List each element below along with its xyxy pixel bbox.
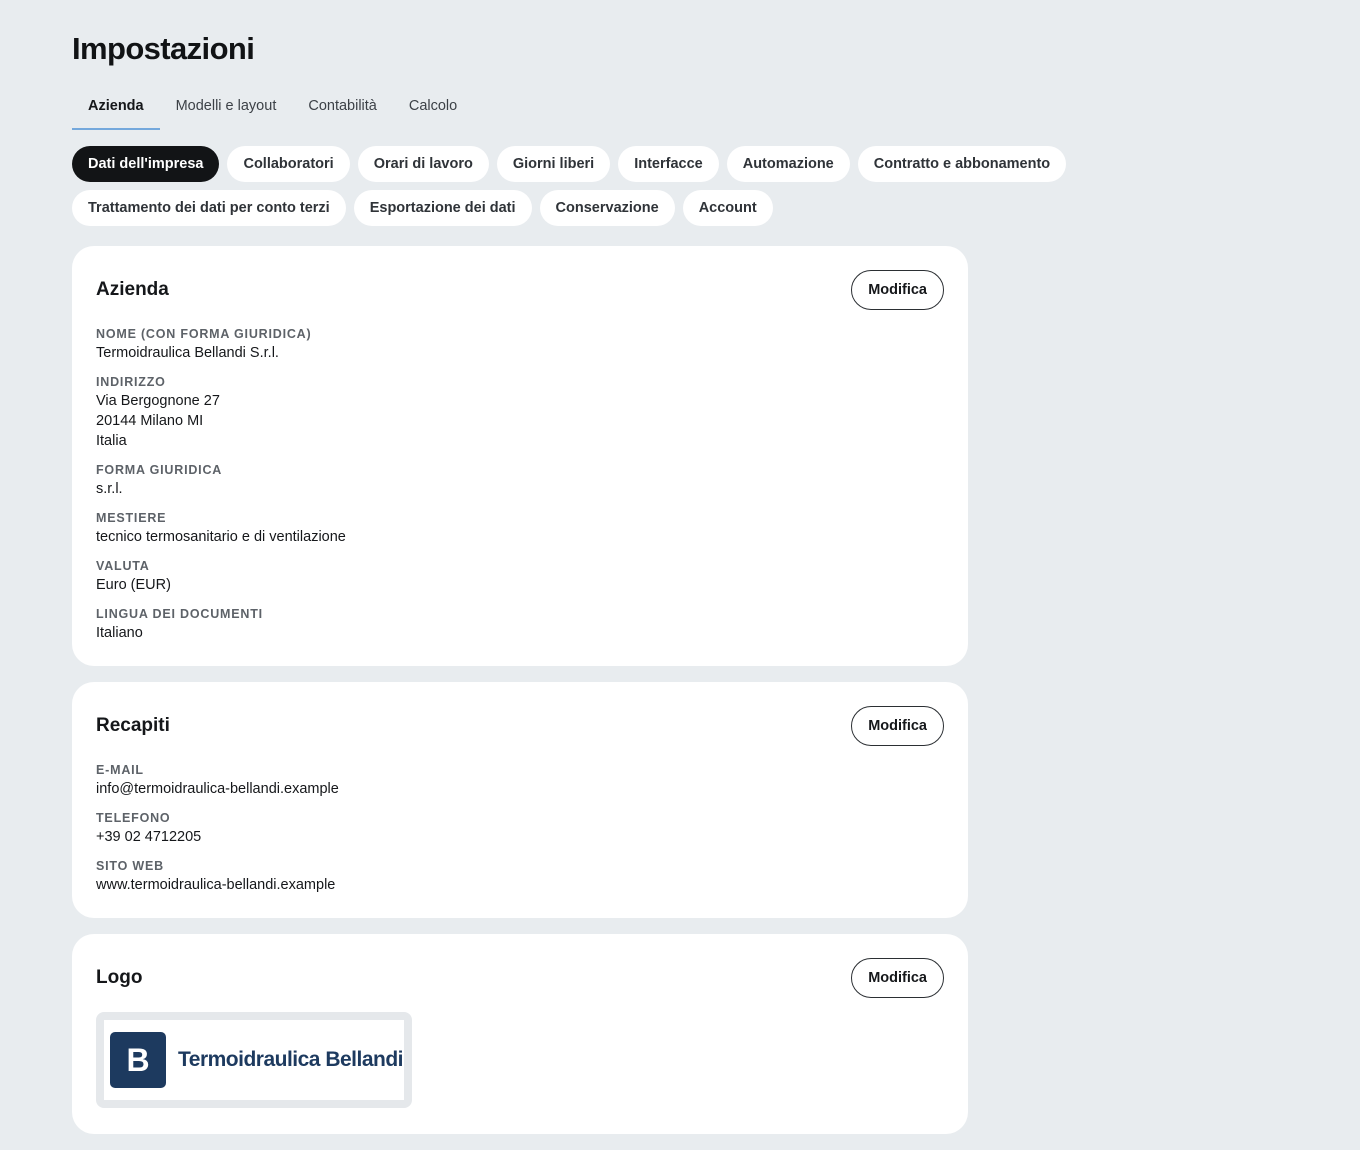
address-line: Via Bergognone 27 xyxy=(96,393,220,409)
card-title: Azienda xyxy=(96,279,169,300)
field-label: SITO WEB xyxy=(96,859,164,873)
field-label: NOME (CON FORMA GIURIDICA) xyxy=(96,327,312,341)
subnav-collaboratori[interactable]: Collaboratori xyxy=(227,146,350,182)
field-trade: MESTIERE tecnico termosanitario e di ven… xyxy=(96,509,944,547)
card-title: Logo xyxy=(96,967,143,988)
subnav-automazione[interactable]: Automazione xyxy=(726,146,850,182)
subnav-account[interactable]: Account xyxy=(682,190,773,226)
company-logo: B Termoidraulica Bellandi xyxy=(104,1020,404,1100)
field-value: +39 02 4712205 xyxy=(96,829,202,845)
field-label: INDIRIZZO xyxy=(96,375,166,389)
subnav-orari-di-lavoro[interactable]: Orari di lavoro xyxy=(357,146,489,182)
field-value: Euro (EUR) xyxy=(96,577,171,593)
subnav-contratto-abbonamento[interactable]: Contratto e abbonamento xyxy=(857,146,1067,182)
main-tabs: Azienda Modelli e layout Contabilità Cal… xyxy=(72,84,473,130)
logo-card: Logo Modifica B Termoidraulica Bellandi xyxy=(72,934,968,1134)
logo-wordmark: Termoidraulica Bellandi xyxy=(178,1048,404,1071)
subnav-dati-impresa[interactable]: Dati dell'impresa xyxy=(72,146,220,182)
field-label: FORMA GIURIDICA xyxy=(96,463,223,477)
field-legal-form: FORMA GIURIDICA s.r.l. xyxy=(96,461,944,499)
edit-contacts-button[interactable]: Modifica xyxy=(851,706,944,746)
subnav-trattamento-dati[interactable]: Trattamento dei dati per conto terzi xyxy=(72,190,346,226)
field-value: s.r.l. xyxy=(96,481,123,497)
logo-preview: B Termoidraulica Bellandi xyxy=(96,1012,412,1108)
card-title: Recapiti xyxy=(96,715,170,736)
tab-modelli-e-layout[interactable]: Modelli e layout xyxy=(160,84,293,128)
subnav-interfacce[interactable]: Interfacce xyxy=(618,146,719,182)
contacts-card: Recapiti Modifica E-MAIL info@termoidrau… xyxy=(72,682,968,918)
subnav-giorni-liberi[interactable]: Giorni liberi xyxy=(496,146,611,182)
subnav-conservazione[interactable]: Conservazione xyxy=(539,190,675,226)
subnav-row: Dati dell'impresa Collaboratori Orari di… xyxy=(72,146,1072,182)
address-line: Italia xyxy=(96,433,127,449)
field-name: NOME (CON FORMA GIURIDICA) Termoidraulic… xyxy=(96,325,944,363)
field-label: TELEFONO xyxy=(96,811,171,825)
field-website: SITO WEB www.termoidraulica-bellandi.exa… xyxy=(96,857,944,895)
settings-subnav: Dati dell'impresa Collaboratori Orari di… xyxy=(72,146,1072,234)
field-value: www.termoidraulica-bellandi.example xyxy=(96,877,336,893)
tab-azienda[interactable]: Azienda xyxy=(72,84,160,130)
tab-contabilita[interactable]: Contabilità xyxy=(292,84,393,128)
field-value: tecnico termosanitario e di ventilazione xyxy=(96,529,346,545)
field-currency: VALUTA Euro (EUR) xyxy=(96,557,944,595)
field-email: E-MAIL info@termoidraulica-bellandi.exam… xyxy=(96,761,944,799)
edit-logo-button[interactable]: Modifica xyxy=(851,958,944,998)
edit-company-button[interactable]: Modifica xyxy=(851,270,944,310)
address-line: 20144 Milano MI xyxy=(96,413,204,429)
page-title: Impostazioni xyxy=(72,31,255,66)
field-label: LINGUA DEI DOCUMENTI xyxy=(96,607,263,621)
field-label: MESTIERE xyxy=(96,511,167,525)
field-value: Termoidraulica Bellandi S.r.l. xyxy=(96,345,279,361)
field-document-language: LINGUA DEI DOCUMENTI Italiano xyxy=(96,605,944,643)
subnav-row: Trattamento dei dati per conto terzi Esp… xyxy=(72,190,1072,226)
contact-fields: E-MAIL info@termoidraulica-bellandi.exam… xyxy=(96,761,944,895)
tab-calcolo[interactable]: Calcolo xyxy=(393,84,473,128)
subnav-esportazione-dati[interactable]: Esportazione dei dati xyxy=(353,190,532,226)
logo-mark-icon: B xyxy=(110,1032,166,1088)
company-card: Azienda Modifica NOME (CON FORMA GIURIDI… xyxy=(72,246,968,666)
field-address: INDIRIZZO Via Bergognone 27 20144 Milano… xyxy=(96,373,944,451)
field-value: Italiano xyxy=(96,625,143,641)
company-fields: NOME (CON FORMA GIURIDICA) Termoidraulic… xyxy=(96,325,944,643)
field-label: VALUTA xyxy=(96,559,150,573)
field-label: E-MAIL xyxy=(96,763,144,777)
field-phone: TELEFONO +39 02 4712205 xyxy=(96,809,944,847)
field-value: info@termoidraulica-bellandi.example xyxy=(96,781,339,797)
